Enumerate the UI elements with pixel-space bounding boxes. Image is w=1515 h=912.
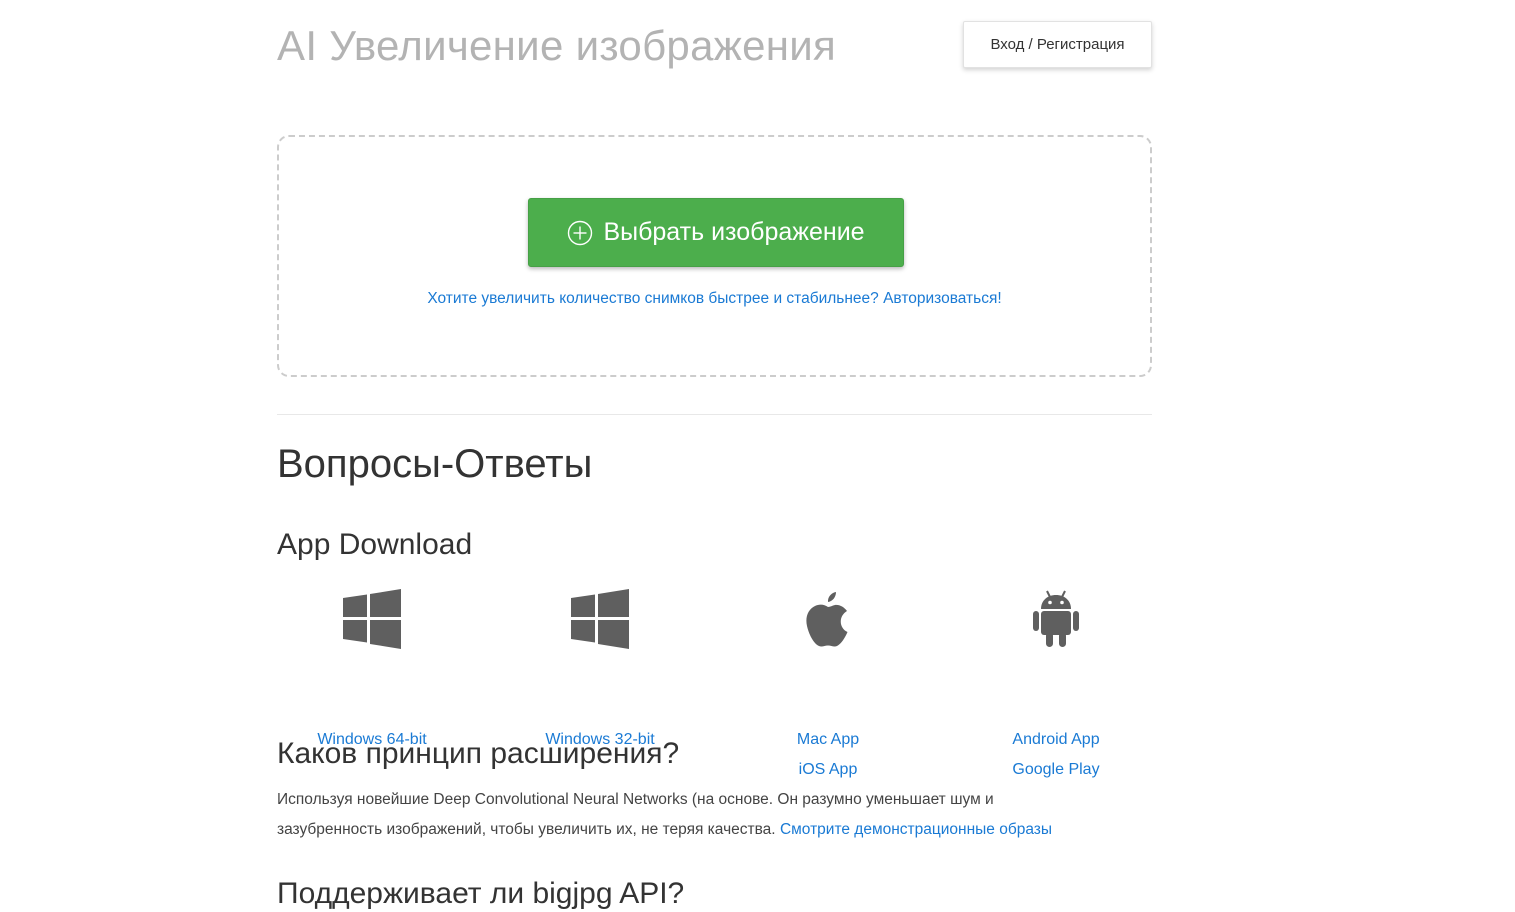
choose-image-label: Выбрать изображение <box>603 218 865 246</box>
app-windows-32: Windows 32-bit <box>486 588 714 755</box>
ios-app-link[interactable]: iOS App <box>714 755 942 785</box>
windows-icon <box>343 589 401 649</box>
login-register-button[interactable]: Вход / Регистрация <box>963 21 1152 68</box>
section-divider <box>277 414 1152 415</box>
app-windows-64: Windows 64-bit <box>258 588 486 755</box>
upload-dropzone[interactable]: Выбрать изображение Хотите увеличить кол… <box>277 135 1152 377</box>
google-play-link[interactable]: Google Play <box>942 755 1170 785</box>
android-icon <box>1033 590 1079 647</box>
plus-circle-icon <box>568 220 593 245</box>
answer-text-line2: зазубренность изображений, чтобы увеличи… <box>277 821 776 838</box>
mac-app-link[interactable]: Mac App <box>714 725 942 755</box>
answer-upscale-principle: Используя новейшие Deep Convolutional Ne… <box>277 785 1152 845</box>
apple-icon <box>806 592 848 647</box>
question-upscale-principle: Каков принцип расширения? <box>277 737 680 770</box>
demo-images-link[interactable]: Смотрите демонстрационные образы <box>780 821 1052 838</box>
android-app-link[interactable]: Android App <box>942 725 1170 755</box>
windows-icon <box>571 589 629 649</box>
page-container: AI Увеличение изображения Вход / Регистр… <box>277 0 1152 912</box>
page-title: AI Увеличение изображения <box>277 22 837 69</box>
login-hint-link[interactable]: Хотите увеличить количество снимков быст… <box>279 290 1150 308</box>
faq-heading: Вопросы-Ответы <box>277 442 593 486</box>
choose-image-button[interactable]: Выбрать изображение <box>528 198 904 267</box>
app-download-heading: App Download <box>277 528 473 561</box>
app-android: Android App Google Play <box>942 588 1170 785</box>
answer-text-line1: Используя новейшие Deep Convolutional Ne… <box>277 791 994 808</box>
question-api-support: Поддерживает ли bigjpg API? <box>277 877 685 910</box>
app-apple: Mac App iOS App <box>714 588 942 785</box>
